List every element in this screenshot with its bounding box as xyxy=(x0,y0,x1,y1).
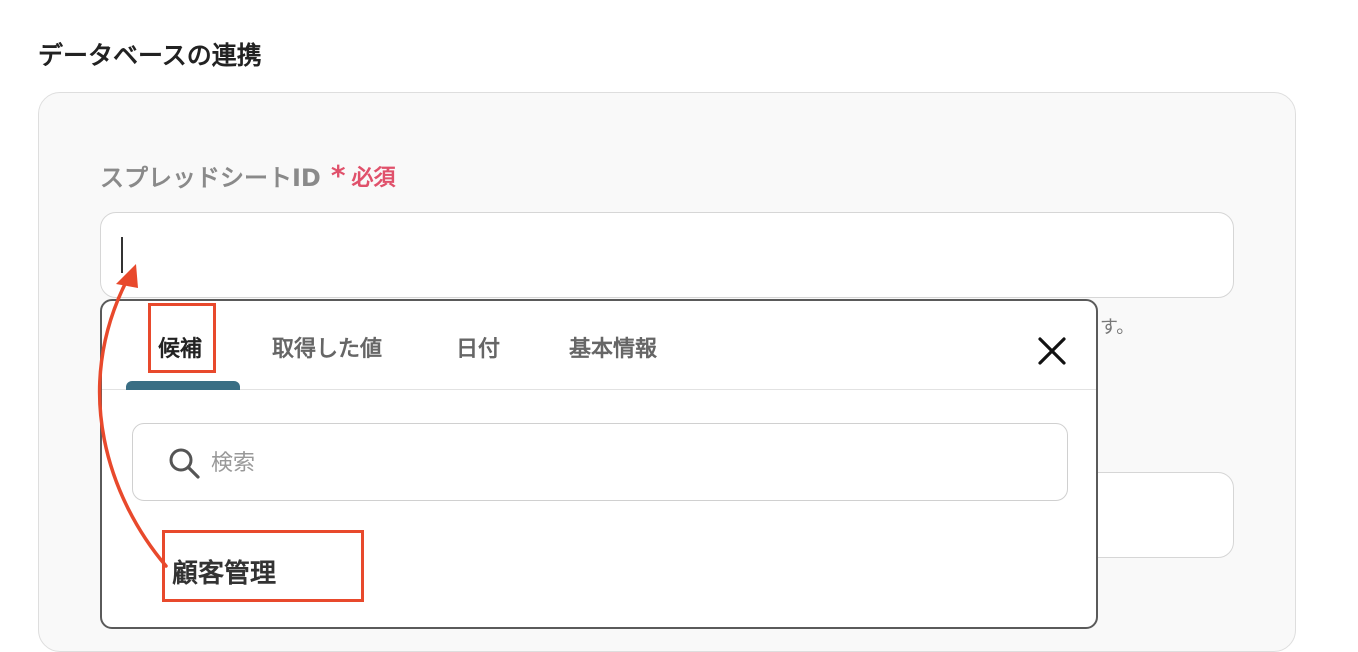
tab-date[interactable]: 日付 xyxy=(456,331,500,363)
tab-basic-info[interactable]: 基本情報 xyxy=(569,331,657,363)
field-label: スプレッドシートID * 必須 xyxy=(100,158,396,193)
field-label-text: スプレッドシートID xyxy=(100,164,321,192)
search-icon xyxy=(167,446,201,480)
next-field-input[interactable] xyxy=(1080,472,1234,558)
section-title: データベースの連携 xyxy=(38,41,262,70)
tab-bar: 候補 取得した値 日付 基本情報 xyxy=(102,301,1096,390)
search-box xyxy=(132,423,1068,501)
tab-fetched-values[interactable]: 取得した値 xyxy=(272,331,382,363)
required-text: 必須 xyxy=(351,165,396,191)
help-text: す。 xyxy=(1100,317,1135,338)
required-asterisk: * xyxy=(330,159,346,192)
annotation-box-tab xyxy=(148,303,216,373)
search-input[interactable] xyxy=(209,442,1043,484)
annotation-box-candidate xyxy=(162,530,364,602)
text-caret xyxy=(121,237,123,273)
active-tab-indicator xyxy=(126,381,240,390)
spreadsheet-id-input[interactable] xyxy=(100,212,1234,298)
close-icon[interactable] xyxy=(1032,331,1072,371)
